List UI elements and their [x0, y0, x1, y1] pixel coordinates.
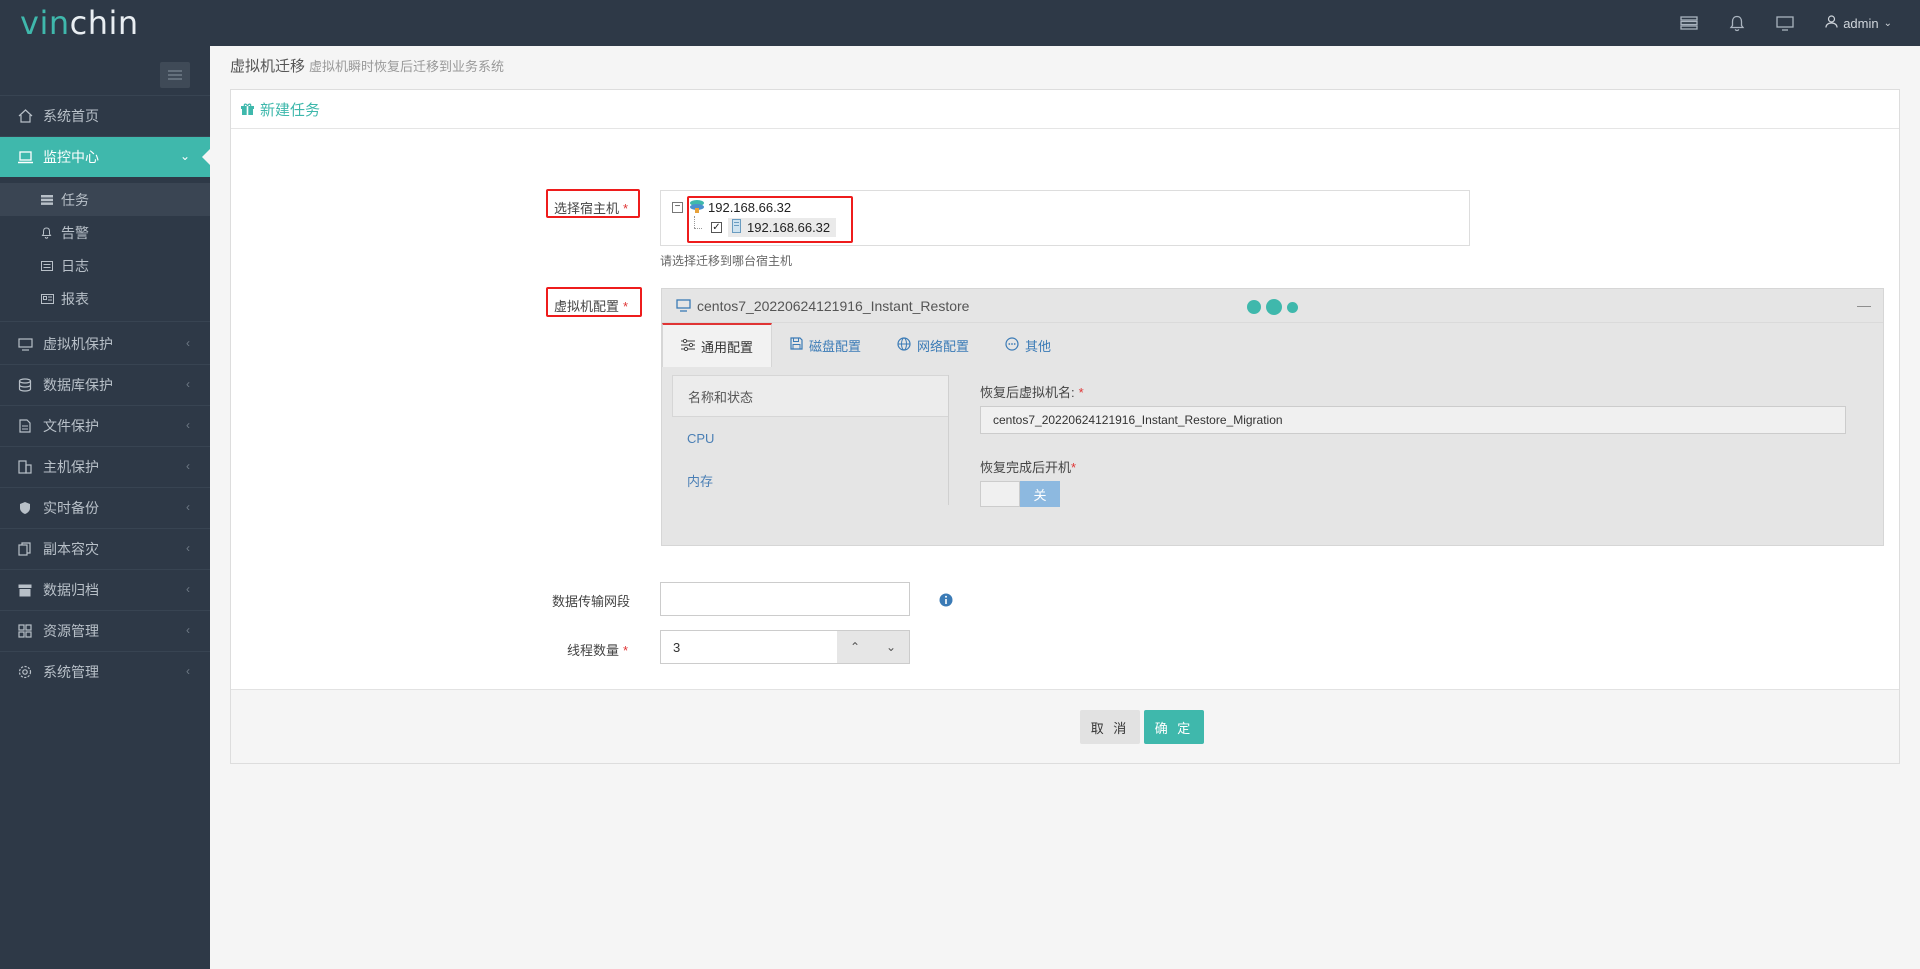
- sliders-icon: [681, 338, 695, 354]
- chevron-left-icon: ‹: [186, 664, 190, 678]
- threads-stepper[interactable]: 3 ⌃ ⌄: [660, 630, 910, 664]
- globe-icon: [897, 336, 911, 354]
- vm-name-title: centos7_20220624121916_Instant_Restore: [697, 297, 970, 314]
- cancel-button[interactable]: 取 消: [1080, 710, 1140, 744]
- chevron-left-icon: ‹: [186, 459, 190, 473]
- report-icon: [41, 293, 55, 304]
- log-icon: [41, 260, 55, 271]
- chevron-left-icon: ‹: [186, 500, 190, 514]
- vm-config-tabs: 通用配置 磁盘配置 网络配置 其他: [662, 323, 1069, 367]
- page-title: 虚拟机迁移: [230, 58, 306, 75]
- breadcrumb: 虚拟机迁移 虚拟机瞬时恢复后迁移到业务系统: [230, 55, 504, 76]
- restored-name-input[interactable]: centos7_20220624121916_Instant_Restore_M…: [980, 406, 1846, 434]
- copy-icon: [17, 541, 33, 557]
- sidebar-subitem-task[interactable]: 任务: [0, 183, 210, 216]
- monitor-icon: [676, 299, 691, 312]
- page-subtitle: 虚拟机瞬时恢复后迁移到业务系统: [309, 59, 505, 74]
- chevron-down-icon: ⌄: [179, 149, 190, 163]
- chevron-down-icon: ⌄: [1883, 17, 1892, 29]
- save-icon: [790, 337, 803, 353]
- sidebar-subitem-log[interactable]: 日志: [0, 249, 210, 282]
- home-icon: [17, 108, 33, 124]
- network-segment-input[interactable]: [660, 582, 910, 616]
- vm-icon: [17, 336, 33, 352]
- threads-label: 线程数量 *: [567, 643, 629, 658]
- threads-value[interactable]: 3: [661, 631, 837, 663]
- user-menu[interactable]: admin ⌄: [1809, 15, 1920, 31]
- user-name: admin: [1843, 15, 1879, 31]
- restored-name-label: 恢复后虚拟机名: *: [980, 385, 1084, 400]
- sidebar-item-system[interactable]: 系统管理 ‹: [0, 652, 210, 692]
- panel-title: 新建任务: [260, 101, 321, 119]
- confirm-button[interactable]: 确 定: [1144, 710, 1204, 744]
- archive-icon: [17, 582, 33, 598]
- nav-memory[interactable]: 内存: [672, 459, 948, 501]
- sidebar-item-replica-dr[interactable]: 副本容灾 ‹: [0, 529, 210, 569]
- sidebar-item-archive[interactable]: 数据归档 ‹: [0, 570, 210, 610]
- chevron-left-icon: ‹: [186, 377, 190, 391]
- tab-network[interactable]: 网络配置: [879, 323, 987, 367]
- host-label-highlight: [546, 189, 640, 218]
- host-icon: [17, 459, 33, 475]
- host-hint: 请选择迁移到哪台宿主机: [660, 254, 793, 268]
- task-icon: [41, 194, 55, 205]
- bell-icon: [41, 226, 55, 239]
- config-left-nav: 名称和状态 CPU 内存: [672, 375, 949, 505]
- more-icon: [1005, 336, 1019, 354]
- nav-cpu[interactable]: CPU: [672, 417, 948, 459]
- increment-icon[interactable]: ⌃: [850, 640, 860, 654]
- tab-other[interactable]: 其他: [987, 323, 1069, 367]
- sidebar-item-host-protection[interactable]: 主机保护 ‹: [0, 447, 210, 487]
- chevron-left-icon: ‹: [186, 418, 190, 432]
- sidebar-item-resource[interactable]: 资源管理 ‹: [0, 611, 210, 651]
- chevron-left-icon: ‹: [186, 541, 190, 555]
- sidebar-subitem-alarm[interactable]: 告警: [0, 216, 210, 249]
- monitor-icon: [17, 149, 33, 165]
- bell-icon[interactable]: [1713, 0, 1761, 46]
- power-on-label: 恢复完成后开机*: [980, 460, 1077, 475]
- minimize-icon[interactable]: —: [1857, 297, 1871, 313]
- info-icon[interactable]: [939, 593, 953, 610]
- sidebar-item-file-protection[interactable]: 文件保护 ‹: [0, 406, 210, 446]
- panel-footer: [231, 689, 1899, 763]
- resource-icon: [17, 623, 33, 639]
- sidebar-item-realtime-backup[interactable]: 实时备份 ‹: [0, 488, 210, 528]
- top-bar: vinchin admin ⌄: [0, 0, 1920, 46]
- chevron-left-icon: ‹: [186, 623, 190, 637]
- sidebar-toggle-button[interactable]: [160, 62, 190, 88]
- power-on-toggle[interactable]: 关: [980, 481, 1060, 507]
- user-icon: [1825, 15, 1838, 31]
- nav-name-status[interactable]: 名称和状态: [672, 375, 948, 417]
- chevron-left-icon: ‹: [186, 582, 190, 596]
- sidebar-item-db-protection[interactable]: 数据库保护 ‹: [0, 365, 210, 405]
- shield-icon: [17, 500, 33, 516]
- sidebar: 系统首页 监控中心 ⌄ 任务 告警 日志 报表 虚拟机保护 ‹ 数据库保护 ‹ …: [0, 46, 210, 969]
- vm-config-label-highlight: [546, 287, 642, 317]
- sidebar-item-vm-protection[interactable]: 虚拟机保护 ‹: [0, 324, 210, 364]
- gear-icon: [17, 664, 33, 680]
- sidebar-item-monitor[interactable]: 监控中心 ⌄: [0, 137, 210, 177]
- vm-config-box: centos7_20220624121916_Instant_Restore —…: [661, 288, 1884, 546]
- tab-general[interactable]: 通用配置: [662, 323, 773, 367]
- chevron-left-icon: ‹: [186, 336, 190, 350]
- decrement-icon[interactable]: ⌄: [886, 640, 896, 654]
- network-label: 数据传输网段: [552, 594, 631, 609]
- sidebar-item-home[interactable]: 系统首页: [0, 96, 210, 136]
- tree-collapse-toggle[interactable]: −: [672, 202, 683, 213]
- host-tree-highlight: [687, 196, 853, 243]
- app-logo[interactable]: vinchin: [20, 4, 139, 42]
- vm-config-header: centos7_20220624121916_Instant_Restore —: [662, 289, 1883, 323]
- server-list-icon[interactable]: [1665, 0, 1713, 46]
- tab-disk[interactable]: 磁盘配置: [772, 323, 879, 367]
- panel-header: 新建任务: [231, 90, 1899, 129]
- file-icon: [17, 418, 33, 434]
- database-icon: [17, 377, 33, 393]
- gift-icon: [241, 103, 254, 116]
- sidebar-subitem-report[interactable]: 报表: [0, 282, 210, 315]
- display-icon[interactable]: [1761, 0, 1809, 46]
- loading-indicator: [1247, 299, 1298, 315]
